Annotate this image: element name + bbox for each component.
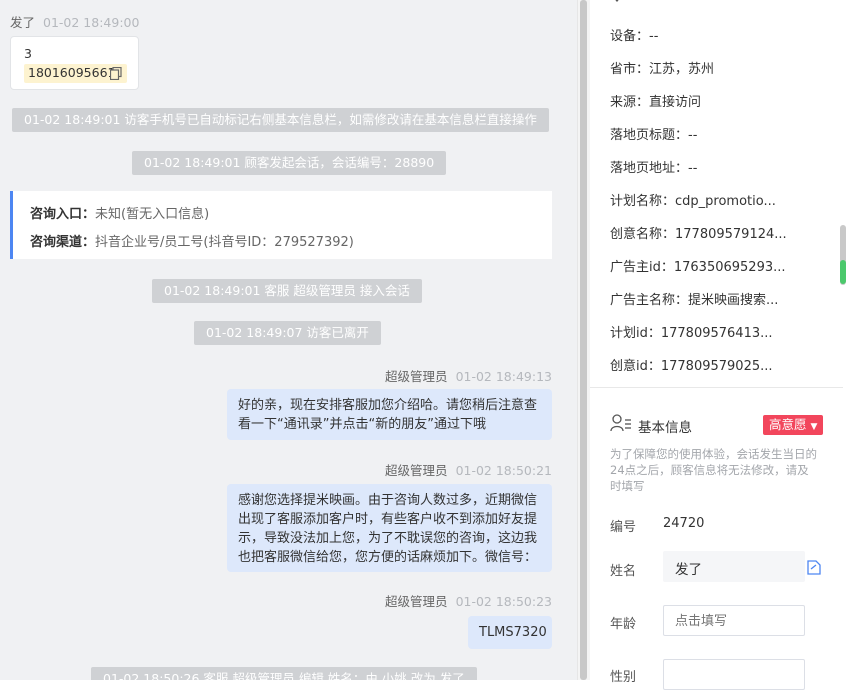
gender-label: 性别 bbox=[610, 670, 637, 685]
system-notice: 01-02 18:50:26 客服 超级管理员 编辑 姓名：由 小姚 改为 发了 bbox=[91, 667, 477, 680]
id-label: 编号 bbox=[610, 520, 637, 535]
info-scrollbar[interactable] bbox=[838, 0, 849, 680]
intent-tag[interactable]: 高意愿 ▼ bbox=[763, 415, 824, 435]
system-notice: 01-02 18:49:07 访客已离开 bbox=[194, 321, 381, 345]
gender-select[interactable] bbox=[663, 659, 805, 690]
agent-name: 超级管理员 bbox=[385, 369, 448, 384]
agent-message: 好的亲，现在安排客服加您介绍哈。请您稍后注意查看一下“通讯录”并点击“新的朋友”… bbox=[227, 389, 552, 440]
id-value: 24720 bbox=[663, 516, 705, 531]
agent-message: TLMS7320 bbox=[468, 616, 552, 649]
visit-device: 设备：-- bbox=[610, 29, 659, 44]
message-time: 01-02 18:50:21 bbox=[455, 463, 552, 478]
message-time: 01-02 18:49:00 bbox=[43, 15, 140, 30]
user-info-icon bbox=[610, 414, 632, 436]
chat-scrollbar[interactable] bbox=[577, 0, 591, 680]
entry-row: 咨询入口：未知(暂无入口信息) bbox=[30, 201, 535, 229]
chat-panel: 发了 01-02 18:49:00 3 18016095661 01-02 18:… bbox=[0, 0, 577, 680]
message-meta: 超级管理员 01-02 18:50:21 bbox=[385, 460, 552, 479]
landing-page-title: 落地页标题：-- bbox=[610, 128, 698, 143]
age-input[interactable] bbox=[663, 605, 805, 636]
card-line: 3 bbox=[24, 46, 32, 61]
scroll-position-marker bbox=[840, 260, 846, 284]
creative-name: 创意名称：177809579124... bbox=[610, 227, 787, 242]
advertiser-name: 广告主名称：提米映画搜索... bbox=[610, 293, 779, 308]
name-value: 发了 bbox=[675, 562, 702, 578]
customer-info-panel: 设备：-- 省市：江苏，苏州 来源：直接访问 落地页标题：-- 落地页地址：--… bbox=[590, 0, 849, 690]
name-label: 姓名 bbox=[610, 564, 637, 579]
phone-highlight: 18016095661 bbox=[24, 64, 127, 83]
message-meta: 发了 01-02 18:49:00 bbox=[10, 12, 139, 31]
caret-down-icon: ▼ bbox=[810, 422, 818, 432]
visit-city: 省市：江苏，苏州 bbox=[610, 62, 715, 77]
message-time: 01-02 18:49:13 bbox=[455, 369, 552, 384]
system-notice: 01-02 18:49:01 顾客发起会话，会话编号：28890 bbox=[132, 151, 447, 175]
plan-name: 计划名称：cdp_promotio... bbox=[610, 194, 776, 209]
creative-id: 创意id：177809579025... bbox=[610, 359, 773, 374]
message-time: 01-02 18:50:23 bbox=[455, 594, 552, 609]
edit-icon[interactable] bbox=[807, 560, 821, 575]
advertiser-id: 广告主id：176350695293... bbox=[610, 260, 786, 275]
phone-card: 3 18016095661 bbox=[10, 36, 139, 90]
landing-page-url: 落地页地址：-- bbox=[610, 161, 698, 176]
copy-icon[interactable] bbox=[110, 67, 122, 80]
entry-value: 未知(暂无入口信息) bbox=[95, 207, 210, 222]
agent-name: 超级管理员 bbox=[385, 594, 448, 609]
agent-name: 超级管理员 bbox=[385, 463, 448, 478]
channel-row: 咨询渠道：抖音企业号/员工号(抖音号ID：279527392) bbox=[30, 229, 535, 257]
visit-source: 来源：直接访问 bbox=[610, 95, 702, 110]
age-label: 年龄 bbox=[610, 617, 637, 632]
message-meta: 超级管理员 01-02 18:49:13 bbox=[385, 366, 552, 385]
plan-id: 计划id：177809576413... bbox=[610, 326, 773, 341]
channel-value: 抖音企业号/员工号(抖音号ID：279527392) bbox=[95, 235, 354, 250]
system-notice: 01-02 18:49:01 客服 超级管理员 接入会话 bbox=[152, 279, 422, 303]
name-field[interactable]: 发了 bbox=[663, 551, 805, 582]
chat-scroll-thumb[interactable] bbox=[580, 0, 587, 680]
phone-number[interactable]: 18016095661 bbox=[28, 65, 115, 80]
consult-info-card: 咨询入口：未知(暂无入口信息) 咨询渠道：抖音企业号/员工号(抖音号ID：279… bbox=[10, 191, 552, 259]
section-divider bbox=[590, 387, 843, 388]
entry-label: 咨询入口： bbox=[30, 207, 96, 222]
intent-tag-label: 高意愿 bbox=[769, 417, 807, 432]
sender-name: 发了 bbox=[10, 15, 36, 30]
system-notice: 01-02 18:49:01 访客手机号已自动标记右侧基本信息栏，如需修改请在基… bbox=[12, 108, 549, 132]
agent-message: 感谢您选择提米映画。由于咨询人数过多，近期微信出现了客服添加客户时，有些客户收不… bbox=[227, 484, 552, 572]
edit-notice: 为了保障您的使用体验，会话发生当日的24点之后，顾客信息将无法修改，请及时填写 bbox=[610, 447, 817, 493]
message-meta: 超级管理员 01-02 18:50:23 bbox=[385, 591, 552, 610]
channel-label: 咨询渠道： bbox=[30, 235, 96, 250]
basic-info-title: 基本信息 bbox=[638, 420, 692, 436]
